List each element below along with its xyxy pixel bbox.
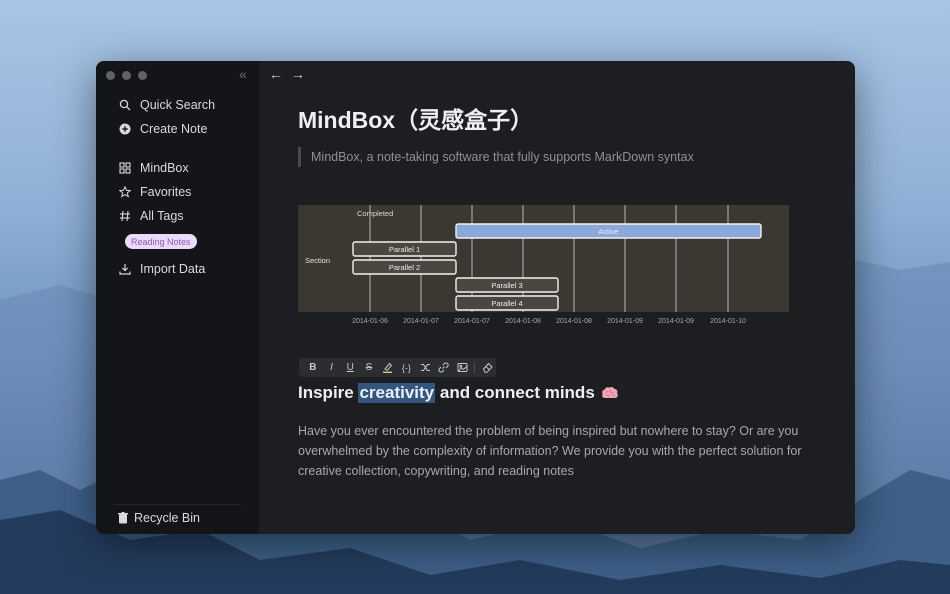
- quick-search-label: Quick Search: [140, 98, 216, 112]
- link-icon[interactable]: [435, 359, 453, 376]
- selected-text[interactable]: creativity: [358, 383, 436, 403]
- heading-text-before: Inspire: [298, 383, 359, 402]
- collapse-sidebar-icon[interactable]: «: [239, 66, 247, 82]
- format-toolbar: B I U S {-}: [299, 358, 496, 377]
- body-paragraph[interactable]: Have you ever encountered the problem of…: [298, 421, 818, 481]
- gantt-tick-label: 2014-01-09: [607, 318, 643, 325]
- italic-button[interactable]: I: [323, 359, 341, 376]
- gantt-tick-label: 2014-01-10: [710, 318, 746, 325]
- sidebar-item-all-tags[interactable]: All Tags: [96, 204, 259, 228]
- grid-icon: [118, 161, 132, 175]
- sidebar-nav: MindBox Favorites All Tags: [96, 156, 259, 228]
- shuffle-icon[interactable]: [416, 359, 434, 376]
- back-arrow-icon[interactable]: ←: [269, 66, 283, 82]
- gantt-tick-label: 2014-01-08: [505, 318, 541, 325]
- app-window: « Quick Search Create Note MindBox Favor…: [96, 61, 855, 534]
- create-note-button[interactable]: Create Note: [96, 117, 259, 141]
- sidebar-divider: [114, 504, 241, 505]
- heading-text-after: and connect minds: [435, 383, 595, 402]
- code-button[interactable]: {-}: [398, 359, 416, 376]
- sidebar-item-label: MindBox: [140, 161, 189, 175]
- quick-search-button[interactable]: Quick Search: [96, 93, 259, 117]
- section-heading[interactable]: Inspire creativity and connect minds: [298, 383, 619, 403]
- sidebar-top-actions: Quick Search Create Note: [96, 93, 259, 141]
- gantt-task-label: Parallel 1: [389, 245, 420, 254]
- window-controls: [106, 71, 147, 80]
- editor-pane: ← → MindBox（灵感盒子） MindBox, a note-taking…: [259, 61, 855, 534]
- sidebar: « Quick Search Create Note MindBox Favor…: [96, 61, 259, 534]
- gantt-task-label: Active: [598, 227, 618, 236]
- gantt-tick-label: 2014-01-07: [454, 318, 490, 325]
- download-icon: [118, 262, 132, 276]
- minimize-window-button[interactable]: [122, 71, 131, 80]
- maximize-window-button[interactable]: [138, 71, 147, 80]
- gantt-tick-label: 2014-01-08: [556, 318, 592, 325]
- create-note-label: Create Note: [140, 122, 208, 136]
- forward-arrow-icon[interactable]: →: [291, 66, 305, 82]
- history-nav: ← →: [269, 66, 305, 82]
- gantt-tick-label: 2014-01-07: [403, 318, 439, 325]
- gantt-chart: 2014-01-06 2014-01-07 2014-01-07 2014-01-08…: [298, 205, 789, 325]
- eraser-icon[interactable]: [478, 359, 496, 376]
- gantt-tick-label: 2014-01-09: [658, 318, 694, 325]
- blockquote-text: MindBox, a note-taking software that ful…: [311, 150, 694, 164]
- gantt-task-label: Parallel 2: [389, 263, 420, 272]
- gantt-section-label: Section: [305, 256, 330, 265]
- bold-button[interactable]: B: [304, 359, 322, 376]
- toolbar-divider: [474, 362, 476, 373]
- recycle-bin-label: Recycle Bin: [134, 511, 200, 525]
- gantt-completed-label: Completed: [357, 209, 393, 218]
- plus-circle-icon: [118, 122, 132, 136]
- recycle-bin-button[interactable]: Recycle Bin: [118, 511, 200, 525]
- sidebar-item-label: All Tags: [140, 209, 184, 223]
- image-icon[interactable]: [454, 359, 472, 376]
- sidebar-item-label: Favorites: [140, 185, 192, 199]
- search-icon: [118, 98, 132, 112]
- underline-button[interactable]: U: [341, 359, 359, 376]
- import-data-button[interactable]: Import Data: [96, 257, 259, 281]
- hashtag-icon: [118, 209, 132, 223]
- trash-icon: [118, 511, 130, 525]
- star-icon: [118, 185, 132, 199]
- tag-reading-notes[interactable]: Reading Notes: [125, 234, 197, 249]
- close-window-button[interactable]: [106, 71, 115, 80]
- gantt-task-label: Parallel 4: [491, 299, 522, 308]
- sidebar-import: Import Data: [96, 257, 259, 281]
- gantt-tick-label: 2014-01-06: [352, 318, 388, 325]
- brain-emoji-icon: [601, 387, 618, 398]
- tag-label: Reading Notes: [131, 236, 191, 247]
- sidebar-item-favorites[interactable]: Favorites: [96, 180, 259, 204]
- page-title[interactable]: MindBox（灵感盒子）: [298, 101, 533, 135]
- strikethrough-button[interactable]: S: [360, 359, 378, 376]
- blockquote[interactable]: MindBox, a note-taking software that ful…: [298, 147, 694, 167]
- gantt-task-label: Parallel 3: [491, 281, 522, 290]
- sidebar-item-mindbox[interactable]: MindBox: [96, 156, 259, 180]
- import-data-label: Import Data: [140, 262, 206, 276]
- highlighter-icon[interactable]: [379, 359, 397, 376]
